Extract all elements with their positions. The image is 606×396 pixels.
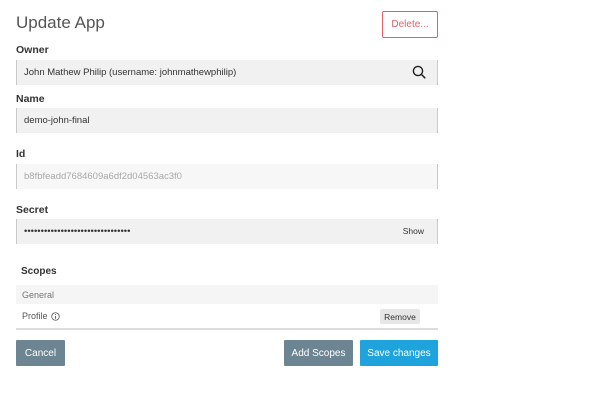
- scope-label: Profile: [22, 311, 48, 321]
- secret-label: Secret: [16, 204, 49, 216]
- name-field[interactable]: demo-john-final: [16, 108, 438, 133]
- remove-scope-button[interactable]: Remove: [380, 309, 420, 324]
- save-changes-button[interactable]: Save changes: [360, 340, 438, 366]
- scopes-title: Scopes: [21, 266, 57, 277]
- scopes-group-header: General: [16, 285, 438, 304]
- owner-field[interactable]: John Mathew Philip (username: johnmathew…: [16, 60, 438, 85]
- info-icon[interactable]: [50, 311, 60, 321]
- secret-value: ••••••••••••••••••••••••••••••••: [24, 226, 131, 237]
- id-value: b8fbfeadd7684609a6df2d04563ac3f0: [24, 171, 182, 182]
- page-title: Update App: [16, 13, 105, 32]
- secret-field[interactable]: •••••••••••••••••••••••••••••••• Show: [16, 219, 438, 244]
- id-field: b8fbfeadd7684609a6df2d04563ac3f0: [16, 164, 438, 189]
- scope-row-profile: Profile Remove: [16, 304, 438, 330]
- id-label: Id: [16, 148, 26, 160]
- cancel-button[interactable]: Cancel: [16, 340, 65, 366]
- show-secret-button[interactable]: Show: [403, 226, 424, 236]
- delete-button[interactable]: Delete...: [382, 11, 438, 38]
- name-value: demo-john-final: [24, 115, 90, 126]
- search-icon[interactable]: [412, 65, 426, 79]
- owner-label: Owner: [16, 44, 49, 56]
- name-label: Name: [16, 93, 45, 105]
- add-scopes-button[interactable]: Add Scopes: [284, 340, 353, 366]
- owner-value: John Mathew Philip (username: johnmathew…: [24, 67, 237, 78]
